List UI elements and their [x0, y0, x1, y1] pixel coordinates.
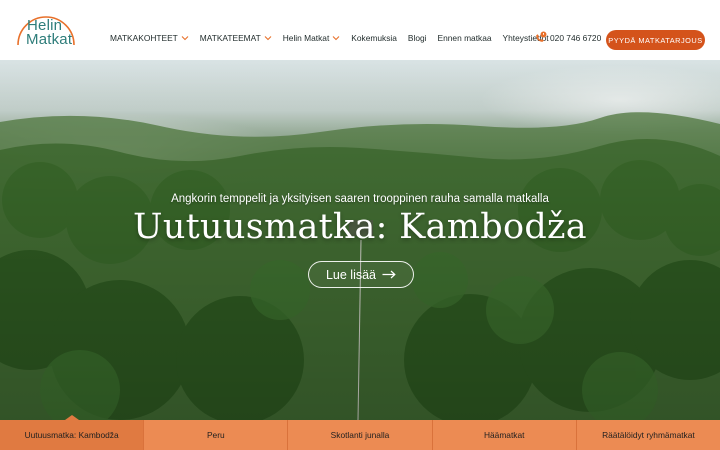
- request-offer-button[interactable]: PYYDÄ MATKATARJOUS: [606, 30, 705, 50]
- nav-label: Kokemuksia: [351, 33, 397, 43]
- nav-label: Blogi: [407, 33, 427, 43]
- tab-kambodza[interactable]: Uutuusmatka: Kambodža: [0, 415, 145, 450]
- nav-helin-matkat[interactable]: Helin Matkat: [283, 33, 341, 43]
- nav-matkakohteet[interactable]: MATKAKOHTEET: [110, 33, 189, 43]
- logo-line2: Matkat: [26, 31, 73, 48]
- featured-tabs: Uutuusmatka: Kambodža Peru Skotlanti jun…: [0, 415, 720, 450]
- main-nav: MATKAKOHTEET MATKATEEMAT Helin Matkat Ko…: [110, 33, 560, 43]
- phone-link[interactable]: 020 746 6720: [534, 31, 601, 44]
- nav-kokemuksia[interactable]: Kokemuksia: [351, 33, 397, 43]
- tab-ryhmamatkat[interactable]: Räätälöidyt ryhmämatkat: [576, 420, 720, 450]
- logo[interactable]: Helin Matkat: [14, 12, 78, 48]
- arrow-right-icon: [382, 270, 396, 279]
- nav-label: MATKAKOHTEET: [110, 33, 178, 43]
- phone-icon: [536, 31, 547, 42]
- nav-matkateemat[interactable]: MATKATEEMAT: [200, 33, 272, 43]
- nav-ennen-matkaa[interactable]: Ennen matkaa: [438, 33, 492, 43]
- chevron-down-icon: [332, 36, 340, 41]
- phone-number: 020 746 6720: [550, 32, 602, 43]
- read-more-button[interactable]: Lue lisää: [308, 261, 414, 288]
- tab-haamatkat[interactable]: Häämatkat: [432, 420, 577, 450]
- tab-peru[interactable]: Peru: [144, 420, 289, 450]
- hero-title: Uutuusmatka: Kambodža: [133, 207, 587, 247]
- hero-banner: Angkorin temppelit ja yksityisen saaren …: [0, 60, 720, 420]
- chevron-down-icon: [264, 36, 272, 41]
- chevron-down-icon: [181, 36, 189, 41]
- read-more-label: Lue lisää: [325, 267, 377, 282]
- nav-label: MATKATEEMAT: [199, 33, 261, 43]
- nav-label: Helin Matkat: [282, 33, 330, 43]
- hero-subtitle: Angkorin temppelit ja yksityisen saaren …: [171, 193, 549, 205]
- nav-label: Ennen matkaa: [437, 33, 492, 43]
- nav-blogi[interactable]: Blogi: [408, 33, 427, 43]
- site-header: Helin Matkat MATKAKOHTEET MATKATEEMAT He…: [0, 0, 720, 60]
- tab-skotlanti[interactable]: Skotlanti junalla: [288, 420, 433, 450]
